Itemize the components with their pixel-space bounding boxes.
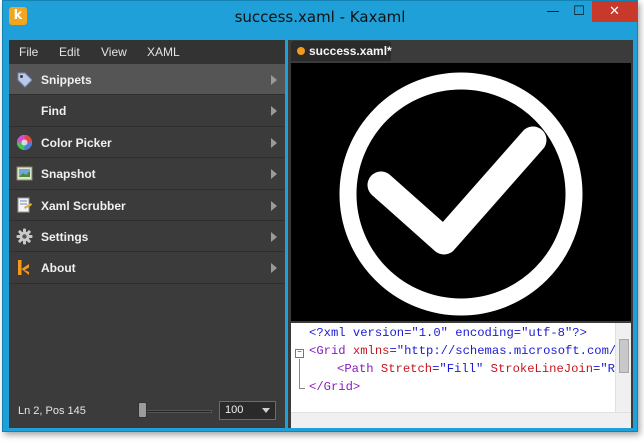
code-line-4: </Grid>	[309, 380, 360, 394]
status-bar: Ln 2, Pos 145 100	[9, 394, 285, 428]
nav-item-xaml-scrubber[interactable]: Xaml Scrubber	[9, 190, 285, 221]
scrubber-icon	[17, 197, 32, 213]
tab-label: success.xaml*	[309, 44, 392, 58]
attr-eq: =	[389, 344, 397, 358]
app-window: k success.xaml - Kaxaml — ☐ ✕ File Edit …	[2, 0, 638, 432]
chevron-right-icon	[271, 137, 277, 148]
menu-bar: File Edit View XAML	[9, 40, 285, 64]
zoom-slider-thumb[interactable]	[138, 402, 147, 418]
nav-item-find[interactable]: Find	[9, 95, 285, 127]
tab-success-xaml[interactable]: success.xaml*	[291, 41, 392, 61]
code-editor[interactable]: <?xml version="1.0" encoding="utf-8"?> −…	[291, 323, 631, 428]
tag-icon	[17, 72, 33, 88]
chevron-right-icon	[271, 200, 277, 211]
menu-edit[interactable]: Edit	[59, 45, 80, 59]
scrollbar-thumb[interactable]	[619, 339, 629, 373]
tag-close: </Grid>	[309, 380, 361, 394]
attr-value: "http://schemas.microsoft.com/	[396, 344, 617, 358]
chevron-right-icon	[271, 231, 277, 242]
menu-xaml[interactable]: XAML	[147, 45, 180, 59]
nav-item-snippets[interactable]: Snippets	[9, 64, 285, 96]
attr-name: xmlns	[352, 344, 390, 358]
fold-toggle[interactable]: −	[295, 349, 304, 358]
close-button[interactable]: ✕	[592, 1, 637, 22]
nav-label: About	[41, 261, 76, 276]
nav-item-color-picker[interactable]: Color Picker	[9, 127, 285, 159]
vertical-scrollbar[interactable]	[615, 323, 631, 412]
xaml-preview	[291, 63, 631, 321]
attr-value: "R	[600, 362, 615, 376]
chevron-right-icon	[271, 263, 277, 274]
modified-dot-icon	[297, 47, 305, 55]
attr-name: StrokeLineJoin	[483, 362, 594, 376]
horizontal-scrollbar[interactable]	[291, 412, 631, 428]
code-line-2: <Grid xmlns="http://schemas.microsoft.co…	[309, 344, 616, 358]
attr-name: Stretch	[380, 362, 433, 376]
chevron-down-icon	[262, 408, 270, 413]
tag-open: <Grid	[309, 344, 353, 358]
minimize-button[interactable]: —	[540, 1, 566, 22]
zoom-value: 100	[225, 404, 244, 416]
nav-label: Snapshot	[41, 167, 96, 182]
kaxaml-logo-icon	[18, 260, 29, 276]
xml-declaration: <?xml version="1.0" encoding="utf-8"?>	[309, 326, 587, 340]
nav-label: Snippets	[41, 73, 92, 87]
cursor-position: Ln 2, Pos 145	[18, 405, 86, 417]
zoom-dropdown[interactable]: 100	[219, 401, 276, 420]
title-bar[interactable]: k success.xaml - Kaxaml — ☐ ✕	[3, 1, 637, 33]
color-wheel-icon	[17, 134, 32, 150]
nav-label: Find	[41, 104, 67, 119]
menu-file[interactable]: File	[19, 45, 38, 59]
nav-item-settings[interactable]: Settings	[9, 221, 285, 253]
chevron-right-icon	[271, 106, 277, 117]
nav-label: Settings	[41, 229, 89, 244]
snapshot-icon	[16, 166, 33, 181]
tools-panel: File Edit View XAML Snippets Find Color …	[9, 40, 285, 428]
tag-open: <Path	[337, 362, 381, 376]
nav-label: Xaml Scrubber	[41, 198, 126, 213]
nav-label: Color Picker	[41, 135, 112, 150]
document-panel: success.xaml* <?xml version="1.0" encodi…	[288, 40, 633, 428]
find-icon	[16, 102, 33, 119]
fold-guide-end	[299, 388, 305, 389]
tool-list: Snippets Find Color Picker Snapshot Xaml…	[9, 64, 285, 284]
nav-item-snapshot[interactable]: Snapshot	[9, 158, 285, 190]
attr-value: "Fill"	[439, 362, 484, 376]
zoom-slider-track[interactable]	[142, 410, 212, 413]
checkmark-circle-icon	[339, 72, 583, 316]
maximize-button[interactable]: ☐	[566, 1, 592, 22]
gear-icon	[16, 228, 33, 245]
code-line-3: <Path Stretch="Fill" StrokeLineJoin="R	[337, 362, 615, 376]
code-line-1: <?xml version="1.0" encoding="utf-8"?>	[309, 326, 587, 340]
chevron-right-icon	[271, 169, 277, 180]
nav-item-about[interactable]: About	[9, 252, 285, 284]
fold-guide	[299, 359, 300, 388]
menu-view[interactable]: View	[101, 45, 127, 59]
chevron-right-icon	[271, 75, 277, 85]
